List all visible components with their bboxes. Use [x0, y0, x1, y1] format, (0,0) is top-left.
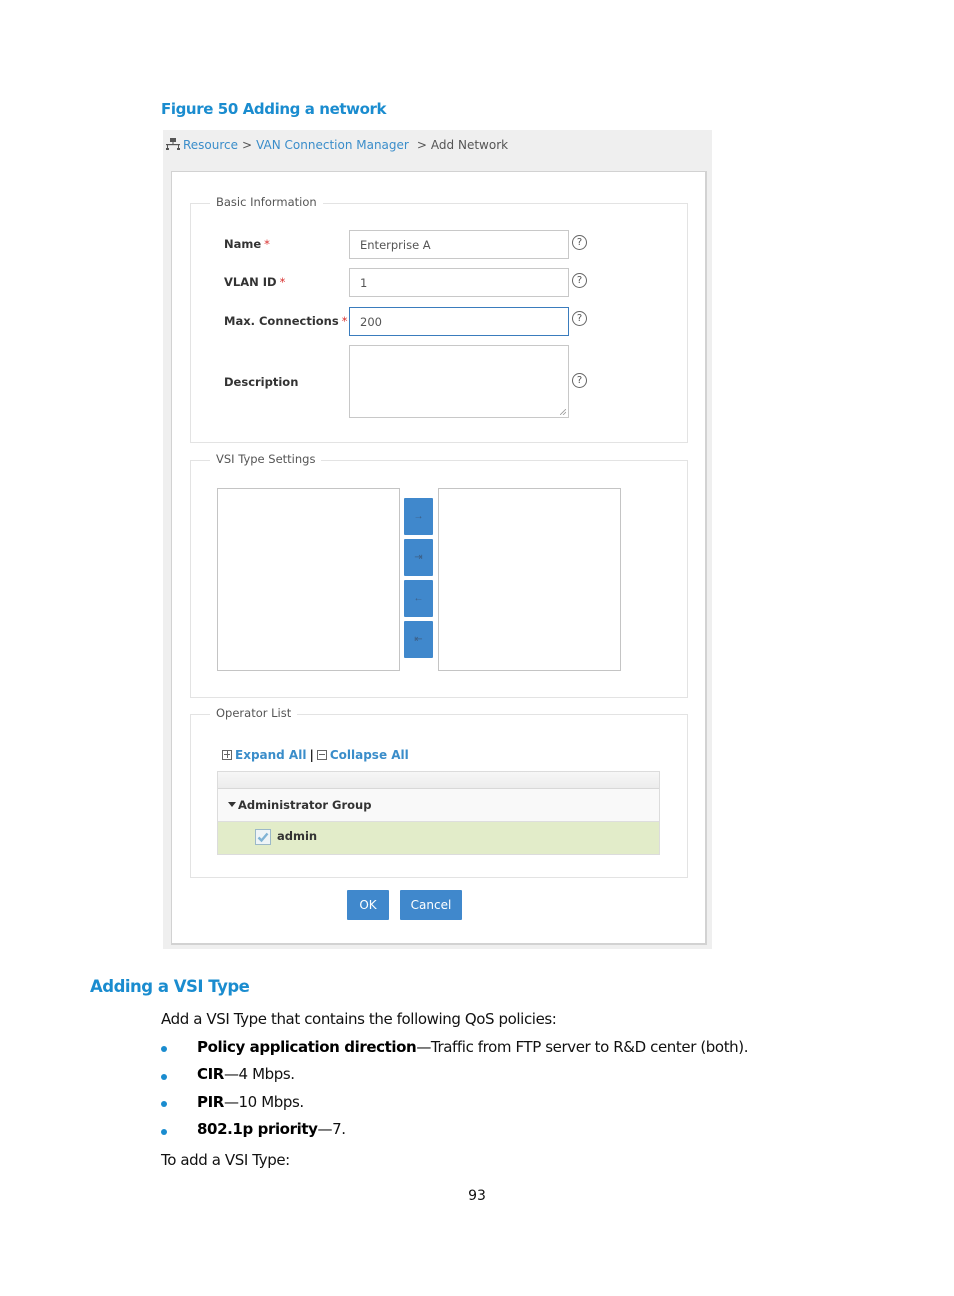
name-input[interactable]	[349, 230, 569, 259]
bullet-item: CIR—4 Mbps.	[197, 1065, 295, 1083]
help-icon[interactable]: ?	[572, 273, 587, 288]
max-connections-input[interactable]	[349, 307, 569, 336]
expand-all-link[interactable]: Expand All	[235, 748, 306, 762]
table-header	[218, 772, 659, 789]
collapse-all-link[interactable]: Collapse All	[330, 748, 409, 762]
max-connections-label: Max. Connections *	[224, 314, 347, 328]
cancel-button[interactable]: Cancel	[400, 890, 462, 920]
breadcrumb-resource[interactable]: Resource	[183, 138, 238, 152]
section-title: Adding a VSI Type	[90, 977, 250, 996]
name-label-text: Name	[224, 237, 262, 251]
outro-paragraph: To add a VSI Type:	[161, 1151, 290, 1169]
bullet-text: —Traffic from FTP server to R&D center (…	[416, 1038, 749, 1056]
caret-down-icon[interactable]	[228, 802, 236, 807]
intro-paragraph: Add a VSI Type that contains the followi…	[161, 1010, 557, 1028]
bullet-icon	[161, 1129, 167, 1135]
bullet-term: Policy application direction	[197, 1038, 417, 1056]
bullet-term: CIR	[197, 1065, 224, 1083]
vsi-type-settings-legend: VSI Type Settings	[210, 452, 322, 466]
breadcrumb-current: Add Network	[430, 138, 509, 152]
screenshot-frame: Resource > VAN Connection Manager > Add Netw…	[163, 130, 712, 949]
group-name: Administrator Group	[238, 798, 372, 812]
tree-controls: Expand All | Collapse All	[222, 748, 409, 762]
move-all-right-button[interactable]: ⇥	[404, 539, 433, 576]
collapse-all-icon[interactable]	[316, 750, 327, 760]
breadcrumb: Resource > VAN Connection Manager > Add Netw…	[166, 138, 508, 154]
bullet-item: Policy application direction—Traffic fro…	[197, 1038, 749, 1056]
basic-information-legend: Basic Information	[210, 195, 323, 209]
figure-caption: Figure 50 Adding a network	[161, 100, 387, 118]
network-topology-icon	[166, 138, 180, 154]
required-mark: *	[341, 314, 348, 328]
checkmark-icon	[257, 832, 269, 843]
move-left-button[interactable]: ←	[404, 580, 433, 617]
bullet-text: —10 Mbps.	[223, 1093, 304, 1111]
bullet-term: PIR	[197, 1093, 224, 1111]
bullet-term: 802.1p priority	[197, 1120, 318, 1138]
name-label: Name *	[224, 237, 270, 251]
bullet-item: 802.1p priority—7.	[197, 1120, 346, 1138]
tree-group-row[interactable]: Administrator Group	[218, 789, 659, 822]
ok-button[interactable]: OK	[347, 890, 389, 920]
available-vsi-types-list[interactable]	[217, 488, 400, 671]
vlan-id-label: VLAN ID *	[224, 275, 285, 289]
bullet-icon	[161, 1046, 167, 1052]
form-panel: Basic Information Name* ? VLAN ID* ? Max…	[171, 171, 707, 945]
help-icon[interactable]: ?	[572, 311, 587, 326]
move-all-left-button[interactable]: ⇤	[404, 621, 433, 658]
link-divider: |	[309, 748, 314, 762]
operator-list-group: Operator List Expand All | Collapse All Ad…	[190, 706, 688, 878]
page-number: 93	[468, 1188, 486, 1204]
operator-name: admin	[277, 829, 318, 843]
required-mark: *	[279, 275, 286, 289]
description-textarea[interactable]	[349, 345, 569, 418]
operator-list-legend: Operator List	[210, 706, 298, 720]
operator-checkbox[interactable]	[255, 829, 271, 845]
operator-tree-table: Administrator Group admin	[217, 771, 660, 855]
description-label: Description	[224, 375, 299, 389]
bullet-icon	[161, 1101, 167, 1107]
bullet-item: PIR—10 Mbps.	[197, 1093, 304, 1111]
resize-grip-icon[interactable]	[560, 409, 566, 415]
selected-vsi-types-list[interactable]	[438, 488, 621, 671]
breadcrumb-van-connection-manager[interactable]: VAN Connection Manager	[256, 138, 409, 152]
expand-all-icon[interactable]	[222, 750, 232, 760]
vlan-id-label-text: VLAN ID	[224, 275, 277, 289]
help-icon[interactable]: ?	[572, 235, 587, 250]
vsi-type-settings-group: VSI Type Settings → ⇥ ← ⇤	[190, 452, 688, 698]
max-connections-label-text: Max. Connections	[224, 314, 339, 328]
basic-information-group: Basic Information Name* ? VLAN ID* ? Max…	[190, 195, 688, 443]
move-right-button[interactable]: →	[404, 498, 433, 535]
help-icon[interactable]: ?	[572, 373, 587, 388]
required-mark: *	[264, 237, 270, 251]
tree-item-row[interactable]: admin	[218, 822, 659, 854]
breadcrumb-separator: >	[242, 138, 253, 152]
bullet-text: —4 Mbps.	[223, 1065, 295, 1083]
vlan-id-input[interactable]	[349, 268, 569, 297]
bullet-text: —7.	[317, 1120, 346, 1138]
bullet-icon	[161, 1074, 167, 1080]
breadcrumb-separator: >	[416, 138, 427, 152]
